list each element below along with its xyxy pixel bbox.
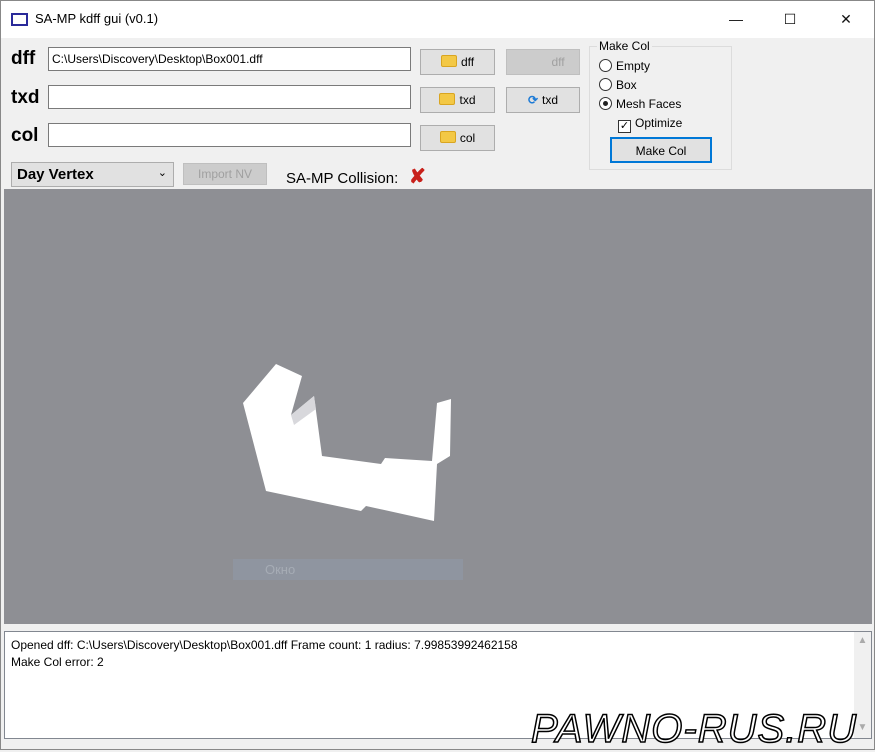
checkmark-icon: ✓	[618, 120, 631, 133]
radio-box[interactable]: Box	[599, 78, 637, 92]
vertex-select-value: Day Vertex	[17, 166, 94, 183]
minimize-button[interactable]: —	[713, 1, 759, 38]
radio-icon	[599, 59, 612, 72]
browse-dff-button[interactable]: dff	[420, 49, 495, 75]
collision-label: SA-MP Collision:	[286, 170, 399, 187]
dff-path-input[interactable]: C:\Users\Discovery\Desktop\Box001.dff	[48, 47, 411, 71]
browse-col-button[interactable]: col	[420, 125, 495, 151]
scroll-up-icon: ▲	[857, 635, 868, 646]
reload-txd-label: txd	[542, 93, 559, 107]
dff-action-label: dff	[551, 55, 565, 69]
app-icon	[11, 13, 28, 26]
folder-icon	[439, 131, 456, 143]
import-nv-button[interactable]: Import NV	[183, 163, 267, 185]
3d-viewport[interactable]: Окно	[4, 189, 872, 624]
dff-label: dff	[11, 48, 36, 69]
refresh-icon: ⟳	[527, 93, 539, 107]
optimize-label: Optimize	[635, 116, 683, 130]
watermark: PAWNO-RUS.RU	[530, 706, 858, 752]
make-col-button[interactable]: Make Col	[610, 137, 712, 163]
radio-mesh-faces[interactable]: Mesh Faces	[599, 97, 681, 111]
browse-dff-label: dff	[460, 55, 475, 69]
browse-txd-button[interactable]: txd	[420, 87, 495, 113]
log-line: Make Col error: 2	[11, 655, 104, 669]
close-button[interactable]: ✕	[823, 1, 869, 38]
window-title: SA-MP kdff gui (v0.1)	[35, 11, 159, 26]
radio-empty[interactable]: Empty	[599, 59, 650, 73]
radio-mesh-faces-label: Mesh Faces	[616, 97, 682, 111]
optimize-checkbox[interactable]: ✓ Optimize	[618, 116, 682, 133]
folder-icon	[440, 55, 457, 67]
maximize-button[interactable]: ☐	[767, 1, 813, 38]
model-mesh	[243, 364, 451, 521]
radio-selected-icon	[599, 97, 612, 110]
chevron-down-icon: ⌄	[157, 167, 167, 179]
log-line: Opened dff: C:\Users\Discovery\Desktop\B…	[11, 638, 518, 652]
txd-path-input[interactable]	[48, 85, 411, 109]
browse-txd-label: txd	[459, 93, 476, 107]
folder-icon	[439, 93, 456, 105]
radio-box-label: Box	[616, 78, 637, 92]
red-x-icon: ✘	[409, 166, 426, 188]
make-col-title: Make Col	[597, 39, 652, 53]
dff-action-button[interactable]: dff	[506, 49, 580, 75]
radio-empty-label: Empty	[616, 59, 651, 73]
reload-txd-button[interactable]: ⟳ txd	[506, 87, 580, 113]
viewport-overlay-label: Окно	[233, 559, 463, 580]
browse-col-label: col	[459, 131, 476, 145]
col-label: col	[11, 125, 39, 146]
col-path-input[interactable]	[48, 123, 411, 147]
vertex-select[interactable]: Day Vertex ⌄	[11, 162, 174, 187]
txd-label: txd	[11, 87, 40, 108]
radio-icon	[599, 78, 612, 91]
